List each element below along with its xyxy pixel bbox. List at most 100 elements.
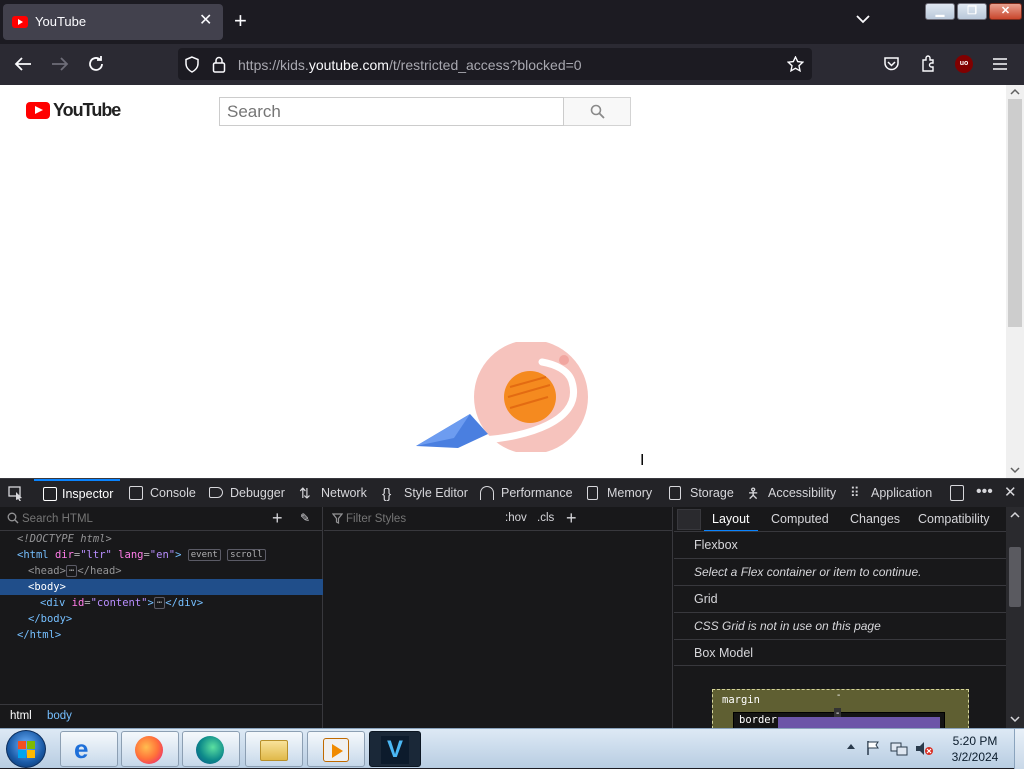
firefox-icon bbox=[135, 736, 163, 764]
markup-view: + ✎ <!DOCTYPE html> <html dir="ltr" lang… bbox=[0, 507, 323, 728]
tracking-protection-shield-icon[interactable] bbox=[184, 56, 200, 73]
volume-muted-icon[interactable] bbox=[915, 741, 933, 756]
forward-arrow-icon[interactable] bbox=[51, 56, 69, 72]
extensions-puzzle-icon[interactable] bbox=[920, 55, 937, 73]
list-all-tabs-chevron-icon[interactable] bbox=[856, 14, 870, 24]
accessibility-person-icon: 🯅 bbox=[747, 485, 760, 501]
tab-computed[interactable]: Computed bbox=[771, 507, 829, 532]
tab-compatibility[interactable]: Compatibility bbox=[918, 507, 990, 532]
vegas-taskbar-button[interactable]: V bbox=[369, 731, 421, 767]
console-icon bbox=[129, 486, 143, 500]
tab-close-icon[interactable]: ✕ bbox=[199, 12, 212, 30]
window-restore-button[interactable]: ❐ bbox=[957, 3, 987, 20]
breadcrumb-html[interactable]: html bbox=[10, 705, 32, 727]
grid-section-header[interactable]: Grid bbox=[674, 585, 1006, 612]
box-model-margin-top-value[interactable]: - bbox=[837, 690, 840, 701]
tab-youtube[interactable]: YouTube ✕ bbox=[3, 4, 223, 40]
div-content-node[interactable]: <div id="content"> ⋯ </div> bbox=[0, 595, 323, 611]
action-center-flag-icon[interactable] bbox=[866, 740, 880, 756]
window-minimize-button[interactable]: ▁ bbox=[925, 3, 955, 20]
devtools-scroll-thumb[interactable] bbox=[1009, 547, 1021, 607]
file-explorer-taskbar-button[interactable] bbox=[245, 731, 303, 767]
body-node-selected[interactable]: <body> bbox=[0, 579, 323, 595]
folder-icon bbox=[260, 740, 288, 761]
more-options-icon[interactable]: ••• bbox=[976, 483, 993, 501]
bookmark-star-icon[interactable] bbox=[787, 56, 804, 72]
scroll-down-chevron-icon[interactable] bbox=[1010, 716, 1020, 723]
tab-console[interactable]: Console bbox=[128, 479, 196, 507]
box-model-section-header[interactable]: Box Model bbox=[674, 639, 1006, 666]
style-editor-braces-icon: {} bbox=[382, 485, 392, 501]
pocket-icon[interactable] bbox=[883, 56, 900, 72]
doctype-node[interactable]: <!DOCTYPE html> bbox=[0, 531, 323, 547]
scroll-up-chevron-icon[interactable] bbox=[1010, 511, 1020, 518]
flexbox-message: Select a Flex container or item to conti… bbox=[674, 558, 1006, 585]
windows-taskbar: e V 5:20 PM 3/2/2024 bbox=[0, 728, 1024, 769]
scroll-badge[interactable]: scroll bbox=[227, 549, 266, 561]
close-devtools-icon[interactable]: ✕ bbox=[1004, 484, 1017, 502]
head-node[interactable]: <head> ⋯ </head> bbox=[0, 563, 323, 579]
page-scrollbar[interactable] bbox=[1006, 85, 1024, 478]
search-icon bbox=[590, 104, 605, 119]
web-page: YouTube bbox=[0, 85, 1006, 478]
clock-date: 3/2/2024 bbox=[951, 750, 999, 764]
scroll-up-chevron-icon[interactable] bbox=[1010, 88, 1020, 95]
tab-network[interactable]: ⇅ Network bbox=[299, 479, 367, 507]
address-bar[interactable]: https://kids.youtube.com/t/restricted_ac… bbox=[178, 48, 812, 80]
ublock-origin-icon[interactable]: uo bbox=[955, 55, 973, 73]
search-html-input[interactable] bbox=[22, 511, 252, 527]
hamburger-menu-icon[interactable] bbox=[992, 57, 1008, 71]
lock-icon[interactable] bbox=[212, 56, 226, 73]
box-model-border-label: border bbox=[739, 714, 777, 726]
filter-styles-input[interactable] bbox=[346, 511, 496, 527]
class-toggle-button[interactable]: .cls bbox=[537, 512, 554, 524]
debugger-icon bbox=[209, 487, 223, 498]
tab-memory[interactable]: Memory bbox=[585, 479, 652, 507]
body-close-node[interactable]: </body> bbox=[0, 611, 323, 627]
network-arrows-icon: ⇅ bbox=[299, 485, 311, 501]
toggle-pane-button[interactable] bbox=[677, 509, 701, 530]
taskbar-clock[interactable]: 5:20 PM 3/2/2024 bbox=[940, 733, 1010, 765]
tab-changes[interactable]: Changes bbox=[850, 507, 900, 532]
browser-tab-bar: YouTube ✕ + ▁ ❐ ✕ bbox=[0, 0, 1024, 44]
tab-storage[interactable]: Storage bbox=[668, 479, 734, 507]
url-text[interactable]: https://kids.youtube.com/t/restricted_ac… bbox=[238, 57, 582, 73]
responsive-design-icon[interactable] bbox=[950, 485, 964, 501]
internet-explorer-taskbar-button[interactable]: e bbox=[60, 731, 118, 767]
html-node[interactable]: <html dir="ltr" lang="en"> event scroll bbox=[0, 547, 323, 563]
page-scroll-thumb[interactable] bbox=[1008, 99, 1022, 327]
tab-accessibility[interactable]: 🯅 Accessibility bbox=[746, 479, 836, 507]
tab-debugger[interactable]: Debugger bbox=[208, 479, 285, 507]
scroll-down-chevron-icon[interactable] bbox=[1010, 467, 1020, 474]
add-node-icon[interactable]: + bbox=[272, 508, 283, 528]
search-input[interactable] bbox=[220, 98, 563, 125]
add-rule-icon[interactable]: + bbox=[566, 508, 577, 528]
html-close-node[interactable]: </html> bbox=[0, 627, 323, 643]
tab-application[interactable]: ⠿ Application bbox=[849, 479, 932, 507]
network-icon[interactable] bbox=[890, 741, 908, 756]
back-arrow-icon[interactable] bbox=[14, 56, 32, 72]
tab-layout[interactable]: Layout bbox=[704, 507, 758, 532]
flexbox-section-header[interactable]: Flexbox bbox=[674, 531, 1006, 558]
media-player-taskbar-button[interactable] bbox=[307, 731, 365, 767]
tab-style-editor[interactable]: {} Style Editor bbox=[382, 479, 468, 507]
tab-inspector[interactable]: Inspector bbox=[34, 479, 120, 507]
eyedropper-icon[interactable]: ✎ bbox=[300, 511, 310, 525]
edge-taskbar-button[interactable] bbox=[182, 731, 240, 767]
hover-toggle-button[interactable]: :hov bbox=[505, 512, 527, 524]
show-desktop-button[interactable] bbox=[1014, 729, 1024, 769]
reload-icon[interactable] bbox=[87, 55, 105, 73]
search-box[interactable] bbox=[219, 97, 564, 126]
firefox-taskbar-button[interactable] bbox=[121, 731, 179, 767]
window-close-button[interactable]: ✕ bbox=[989, 3, 1022, 20]
devtools-scrollbar[interactable] bbox=[1006, 507, 1024, 728]
start-orb-icon[interactable] bbox=[6, 730, 46, 768]
new-tab-button[interactable]: + bbox=[234, 10, 247, 32]
breadcrumb-body[interactable]: body bbox=[47, 705, 72, 727]
tab-performance[interactable]: Performance bbox=[479, 479, 573, 507]
element-picker-icon[interactable] bbox=[8, 486, 24, 501]
show-hidden-icons-chevron-icon[interactable] bbox=[846, 742, 856, 750]
event-badge[interactable]: event bbox=[187, 549, 221, 561]
internet-explorer-icon: e bbox=[74, 734, 89, 764]
search-button[interactable] bbox=[564, 97, 631, 126]
